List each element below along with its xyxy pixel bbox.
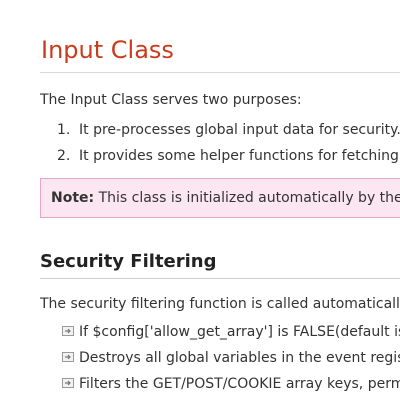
title-divider bbox=[40, 72, 400, 73]
ordered-list-item: 2. It provides some helper functions for … bbox=[57, 146, 400, 166]
intro-paragraph: The Input Class serves two purposes: bbox=[40, 92, 302, 108]
list-item-text: It pre-processes global input data for s… bbox=[79, 122, 400, 138]
note-label: Note: bbox=[51, 190, 95, 206]
document-page: Input Class The Input Class serves two p… bbox=[0, 0, 400, 400]
note-text: This class is initialized automatically … bbox=[94, 190, 400, 206]
list-item-text: It provides some helper functions for fe… bbox=[79, 148, 400, 164]
arrow-bullet-icon bbox=[62, 352, 74, 362]
bullet-text: Filters the GET/POST/COOKIE array keys, … bbox=[79, 376, 400, 392]
list-number: 1. bbox=[57, 122, 71, 138]
list-number: 2. bbox=[57, 148, 71, 164]
note-box: Note: This class is initialized automati… bbox=[40, 178, 400, 218]
section-heading: Security Filtering bbox=[40, 251, 217, 272]
bullet-list-item: Destroys all global variables in the eve… bbox=[62, 348, 400, 368]
section-paragraph: The security filtering function is calle… bbox=[40, 296, 400, 312]
arrow-bullet-icon bbox=[62, 326, 74, 336]
arrow-bullet-icon bbox=[62, 378, 74, 388]
ordered-list-item: 1. It pre-processes global input data for… bbox=[57, 120, 400, 140]
bullet-list-item: If $config['allow_get_array'] is FALSE(d… bbox=[62, 322, 400, 342]
section-divider bbox=[40, 278, 400, 279]
bullet-list-item: Filters the GET/POST/COOKIE array keys, … bbox=[62, 374, 400, 394]
page-title: Input Class bbox=[41, 36, 174, 64]
note-content: Note: This class is initialized automati… bbox=[51, 188, 400, 208]
bullet-text: Destroys all global variables in the eve… bbox=[79, 350, 400, 366]
bullet-text: If $config['allow_get_array'] is FALSE(d… bbox=[79, 324, 400, 340]
